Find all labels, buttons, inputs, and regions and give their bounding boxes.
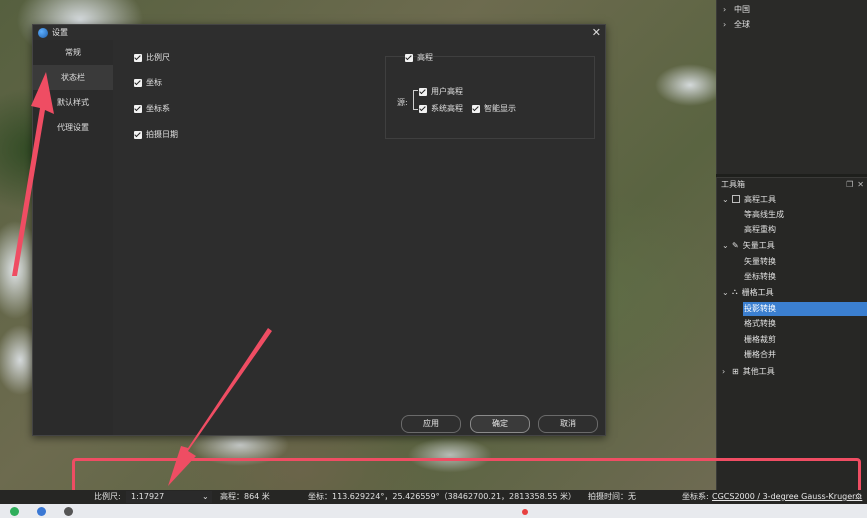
elevation-tool-icon: [732, 195, 740, 203]
chevron-right-icon[interactable]: ›: [723, 20, 729, 29]
ok-button[interactable]: 确定: [470, 415, 530, 433]
checkbox-label: 用户高程: [431, 87, 463, 96]
notification-dot: [522, 509, 528, 515]
status-bar: 比例尺: 1:17927 ⌄ 高程：864 米 坐标：113.629224°，2…: [0, 490, 867, 504]
float-icon[interactable]: ❐: [846, 180, 853, 189]
tool-group-label: 矢量工具: [742, 240, 775, 250]
checkbox-scale[interactable]: 比例尺: [134, 52, 170, 63]
tool-group-label: 高程工具: [744, 194, 776, 204]
checkbox-label: 系统高程: [431, 104, 463, 113]
chevron-down-icon[interactable]: ⌄: [722, 288, 729, 297]
tool-item-projection[interactable]: 投影转换: [743, 302, 867, 316]
app-icon[interactable]: [37, 507, 46, 516]
chevron-down-icon[interactable]: ⌄: [722, 195, 729, 204]
dialog-titlebar[interactable]: 设置: [33, 25, 605, 40]
app-logo-icon: [38, 27, 48, 38]
chevron-down-icon[interactable]: ⌄: [722, 241, 729, 250]
tool-item-contour[interactable]: 等高线生成: [743, 208, 867, 222]
tool-item-vector-convert[interactable]: 矢量转换: [743, 255, 867, 269]
checkbox-checked-icon[interactable]: [134, 78, 142, 87]
tool-item-raster-merge[interactable]: 栅格合并: [743, 348, 867, 362]
nav-general[interactable]: 常规: [33, 40, 113, 65]
network-icon: ⛬: [732, 287, 738, 296]
checkbox-label: 坐标系: [146, 104, 170, 113]
scale-label: 比例尺:: [94, 492, 121, 501]
close-icon[interactable]: ✕: [857, 180, 864, 189]
checkbox-system-elevation[interactable]: 系统高程: [419, 103, 463, 114]
capture-time-readout: 拍摄时间：无: [588, 492, 636, 501]
chevron-down-icon[interactable]: ⌄: [202, 490, 209, 504]
checkbox-checked-icon[interactable]: [134, 104, 142, 113]
tree-item-china[interactable]: › 中国: [723, 4, 750, 15]
checkbox-checked-icon[interactable]: [134, 53, 142, 62]
cancel-button[interactable]: 取消: [538, 415, 598, 433]
checkbox-label: 坐标: [146, 78, 162, 87]
checkbox-user-elevation[interactable]: 用户高程: [419, 86, 463, 97]
toolbox-header: 工具箱 ❐ ✕: [717, 178, 867, 190]
close-icon[interactable]: ✕: [592, 26, 601, 39]
tool-group-label: 其他工具: [742, 366, 775, 376]
tool-group-other[interactable]: › ⊞ 其他工具: [722, 364, 775, 378]
tool-group-vector[interactable]: ⌄ ✎ 矢量工具: [722, 238, 775, 252]
chevron-right-icon[interactable]: ›: [722, 367, 728, 376]
checkbox-smart-display[interactable]: 智能显示: [472, 103, 516, 114]
app-icon[interactable]: [10, 507, 19, 516]
settings-content: 比例尺 坐标 坐标系 拍摄日期 高程 源: 用户高程 系统高程 智能显示 应用 …: [113, 40, 605, 435]
settings-nav: 常规 状态栏 默认样式 代理设置: [33, 40, 113, 435]
checkbox-checked-icon[interactable]: [419, 87, 427, 96]
crs-link[interactable]: CGCS2000 / 3-degree Gauss-Kruger...: [712, 490, 862, 504]
app-icon[interactable]: [64, 507, 73, 516]
scale-value: 1:17927: [131, 492, 165, 501]
chevron-right-icon[interactable]: ›: [723, 5, 729, 14]
tool-group-elevation[interactable]: ⌄ 高程工具: [722, 192, 776, 206]
tool-group-label: 栅格工具: [741, 287, 774, 297]
checkbox-label: 高程: [417, 53, 433, 62]
toolbox-title: 工具箱: [721, 179, 745, 189]
crs-label: 坐标系:: [682, 492, 709, 501]
checkbox-label: 比例尺: [146, 53, 170, 62]
elevation-readout: 高程：864 米: [220, 492, 270, 501]
checkbox-checked-icon[interactable]: [405, 53, 413, 62]
checkbox-capture-date[interactable]: 拍摄日期: [134, 129, 178, 140]
os-taskbar: [0, 504, 867, 518]
checkbox-crs[interactable]: 坐标系: [134, 103, 170, 114]
toolbox-panel: 工具箱 ❐ ✕ ⌄ 高程工具 等高线生成 高程重构 ⌄ ✎ 矢量工具 矢量转换 …: [716, 177, 867, 491]
pen-icon: ✎: [732, 240, 739, 250]
checkbox-checked-icon[interactable]: [472, 104, 480, 113]
tree-item-label: 中国: [734, 5, 750, 14]
settings-dialog: 设置 ✕ 常规 状态栏 默认样式 代理设置 比例尺 坐标 坐标系 拍摄日期 高程…: [32, 24, 606, 436]
dialog-title: 设置: [52, 28, 68, 37]
tool-item-coord-convert[interactable]: 坐标转换: [743, 270, 867, 284]
apply-button[interactable]: 应用: [401, 415, 461, 433]
tree-item-global[interactable]: › 全球: [723, 19, 750, 30]
nav-statusbar[interactable]: 状态栏: [33, 65, 113, 90]
checkbox-label: 拍摄日期: [146, 130, 178, 139]
settings-icon[interactable]: ⚙: [855, 490, 862, 504]
source-label: 源:: [397, 98, 408, 107]
checkbox-elevation[interactable]: 高程: [405, 52, 433, 63]
nav-default-style[interactable]: 默认样式: [33, 90, 113, 115]
grid-icon: ⊞: [732, 366, 739, 376]
nav-proxy[interactable]: 代理设置: [33, 115, 113, 140]
checkbox-coordinates[interactable]: 坐标: [134, 77, 162, 88]
bracket-line: [413, 90, 418, 110]
checkbox-label: 智能显示: [484, 104, 516, 113]
layer-tree-panel: › 中国 › 全球: [716, 0, 867, 174]
checkbox-checked-icon[interactable]: [419, 104, 427, 113]
tool-item-raster-clip[interactable]: 栅格裁剪: [743, 333, 867, 347]
coordinate-readout: 坐标：113.629224°，25.426559°（38462700.21，28…: [308, 492, 576, 501]
tree-item-label: 全球: [734, 20, 750, 29]
tool-item-format-convert[interactable]: 格式转换: [743, 317, 867, 331]
tool-group-raster[interactable]: ⌄ ⛬ 栅格工具: [722, 285, 774, 299]
checkbox-checked-icon[interactable]: [134, 130, 142, 139]
tool-item-elevation-rebuild[interactable]: 高程重构: [743, 223, 867, 237]
